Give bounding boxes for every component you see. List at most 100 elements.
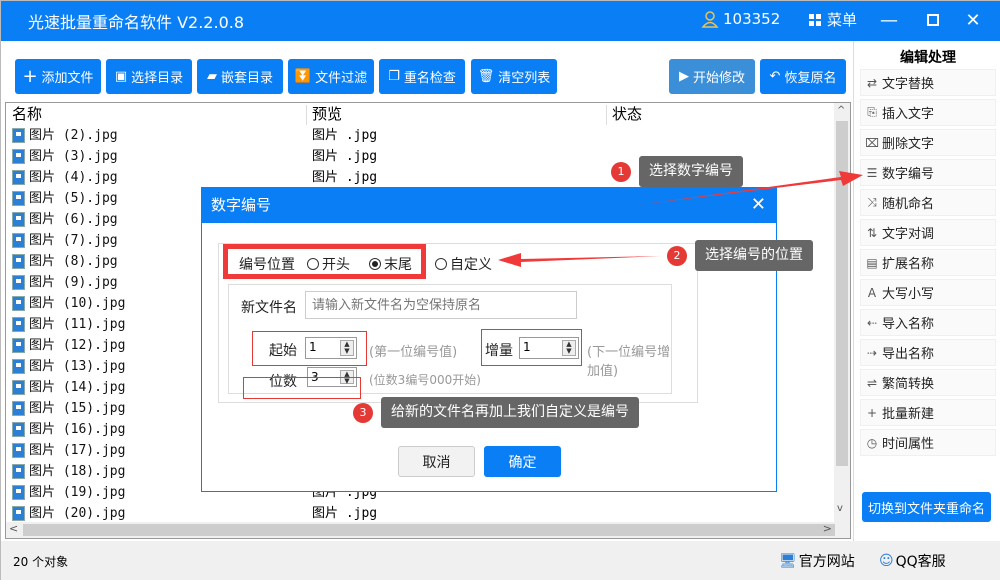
scroll-thumb[interactable]: [836, 121, 848, 466]
sidebar-item[interactable]: A 大写小写: [860, 279, 996, 306]
minimize-button[interactable]: —: [875, 7, 903, 33]
start-hint: (第一位编号值): [369, 345, 458, 360]
minimize-icon: —: [880, 9, 898, 31]
ok-button[interactable]: 确定: [484, 446, 561, 477]
file-name: 图片 (10).jpg: [29, 296, 126, 311]
rename-check-button[interactable]: ❐ 重名检查: [379, 59, 465, 94]
cancel-button[interactable]: 取消: [398, 446, 475, 477]
sidebar-item-icon: ⤨: [867, 195, 877, 209]
file-row[interactable]: 图片 (5).jpg: [12, 188, 118, 209]
sidebar-item[interactable]: ▤ 扩展名称: [860, 249, 996, 276]
image-file-icon: [12, 506, 25, 521]
file-row[interactable]: 图片 (4).jpg: [12, 167, 118, 188]
sidebar-item[interactable]: ⎘ 插入文字: [860, 99, 996, 126]
scroll-left-icon[interactable]: <: [9, 522, 18, 535]
file-row[interactable]: 图片 (13).jpg: [12, 356, 125, 377]
sidebar-item[interactable]: ⇠ 导入名称: [860, 309, 996, 336]
annotation-tooltip-1: 选择数字编号: [639, 156, 743, 187]
vertical-scrollbar[interactable]: ^ v: [834, 103, 850, 523]
annotation-tooltip-3: 给新的文件名再加上我们自定义是编号: [381, 397, 639, 428]
newname-label: 新文件名: [241, 300, 297, 316]
website-link[interactable]: 🖥 官方网站: [779, 551, 855, 571]
sidebar-item[interactable]: ⇄ 文字替换: [860, 69, 996, 96]
file-row[interactable]: 图片 (6).jpg: [12, 209, 118, 230]
sidebar-item-icon: ☰: [866, 165, 878, 180]
file-name: 图片 (19).jpg: [29, 485, 126, 500]
scroll-down-icon[interactable]: v: [837, 503, 843, 514]
image-file-icon: [12, 212, 25, 227]
scroll-up-icon[interactable]: ^: [837, 105, 845, 116]
edit-sidebar: 编辑处理 ⇄ 文字替换 ⎘ 插入文字 ⌧ 删除文字 ☰ 数字编号 ⤨ 随机命名 ⇅ 文字对调 ▤ 扩展名称…: [853, 41, 1000, 541]
file-row[interactable]: 图片 (9).jpg: [12, 272, 118, 293]
image-file-icon: [12, 296, 25, 311]
title-bar: 光速批量重命名软件 V2.2.0.8 103352 菜单 — ✕: [1, 1, 1000, 41]
sidebar-item-label: 大写小写: [882, 287, 935, 302]
file-name: 图片 (20).jpg: [29, 506, 126, 521]
start-modify-button[interactable]: ▶ 开始修改: [669, 59, 755, 94]
sidebar-item-label: 时间属性: [882, 437, 935, 452]
image-file-icon: [12, 359, 25, 374]
file-row[interactable]: 图片 (19).jpg: [12, 482, 125, 503]
sidebar-item[interactable]: ⇌ 繁简转换: [860, 369, 996, 396]
file-row[interactable]: 图片 (2).jpg: [12, 125, 118, 146]
close-button[interactable]: ✕: [959, 7, 987, 33]
file-row[interactable]: 图片 (10).jpg: [12, 293, 125, 314]
annotation-badge-3: 3: [353, 403, 373, 423]
clear-list-button[interactable]: 🗑 清空列表: [471, 59, 557, 94]
select-dir-button[interactable]: ▣ 选择目录: [106, 59, 192, 94]
scroll-right-icon[interactable]: >: [823, 522, 832, 535]
horizontal-scrollbar[interactable]: < >: [6, 522, 850, 538]
menu-button[interactable]: 菜单: [809, 9, 857, 30]
column-header-preview[interactable]: 预览: [306, 103, 342, 125]
sidebar-item-icon: ⇅: [866, 225, 878, 240]
add-files-button[interactable]: + 添加文件: [15, 59, 101, 94]
sidebar-item-label: 文字替换: [882, 77, 935, 92]
radio-custom[interactable]: 自定义: [435, 254, 492, 274]
file-row[interactable]: 图片 (16).jpg: [12, 419, 125, 440]
restore-names-button[interactable]: ↶ 恢复原名: [760, 59, 846, 94]
sidebar-item[interactable]: + 批量新建: [860, 399, 996, 426]
step-hint: (下一位编号增加值): [587, 345, 671, 379]
column-header-name[interactable]: 名称: [6, 103, 42, 125]
plus-icon: +: [22, 66, 38, 87]
file-row[interactable]: 图片 (3).jpg: [12, 146, 118, 167]
user-account[interactable]: 103352: [701, 10, 780, 28]
app-title: 光速批量重命名软件 V2.2.0.8: [28, 13, 245, 32]
file-row[interactable]: 图片 (12).jpg: [12, 335, 125, 356]
status-bar: 20 个对象 🖥 官方网站 ☺ QQ客服: [1, 541, 1000, 580]
annotation-highlight-position: [223, 244, 426, 279]
dialog-title: 数字编号: [202, 188, 776, 223]
file-row[interactable]: 图片 (7).jpg: [12, 230, 118, 251]
file-row[interactable]: 图片 (17).jpg: [12, 440, 125, 461]
file-row[interactable]: 图片 (8).jpg: [12, 251, 118, 272]
sidebar-item[interactable]: ⇅ 文字对调: [860, 219, 996, 246]
file-row[interactable]: 图片 (20).jpg: [12, 503, 125, 524]
file-row[interactable]: 图片 (18).jpg: [12, 461, 125, 482]
maximize-button[interactable]: [919, 7, 947, 33]
newname-input[interactable]: [305, 291, 577, 319]
dialog-close-icon[interactable]: ✕: [751, 194, 766, 215]
sidebar-item-label: 删除文字: [882, 137, 935, 152]
file-row[interactable]: 图片 (15).jpg: [12, 398, 125, 419]
switch-folder-rename-button[interactable]: 切换到文件夹重命名: [862, 492, 991, 522]
object-count: 20 个对象: [13, 555, 69, 569]
image-file-icon: [12, 464, 25, 479]
file-row[interactable]: 图片 (14).jpg: [12, 377, 125, 398]
annotation-highlight-digits: [243, 377, 361, 399]
sidebar-item[interactable]: ◷ 时间属性: [860, 429, 996, 456]
sidebar-item[interactable]: ⇢ 导出名称: [860, 339, 996, 366]
sidebar-item[interactable]: ⤨ 随机命名: [860, 189, 996, 216]
column-header-status[interactable]: 状态: [606, 103, 642, 125]
file-name: 图片 (13).jpg: [29, 359, 126, 374]
image-file-icon: [12, 275, 25, 290]
sidebar-item-label: 扩展名称: [882, 257, 935, 272]
sidebar-item[interactable]: ☰ 数字编号: [860, 159, 996, 186]
sidebar-item-label: 导入名称: [882, 317, 935, 332]
qq-support-link[interactable]: ☺ QQ客服: [879, 551, 946, 571]
file-filter-button[interactable]: ⏬ 文件过滤: [288, 59, 374, 94]
nested-dir-button[interactable]: ▰ 嵌套目录: [197, 59, 283, 94]
scroll-thumb[interactable]: [23, 524, 835, 536]
file-row[interactable]: 图片 (11).jpg: [12, 314, 125, 335]
sidebar-item[interactable]: ⌧ 删除文字: [860, 129, 996, 156]
file-name: 图片 (17).jpg: [29, 443, 126, 458]
